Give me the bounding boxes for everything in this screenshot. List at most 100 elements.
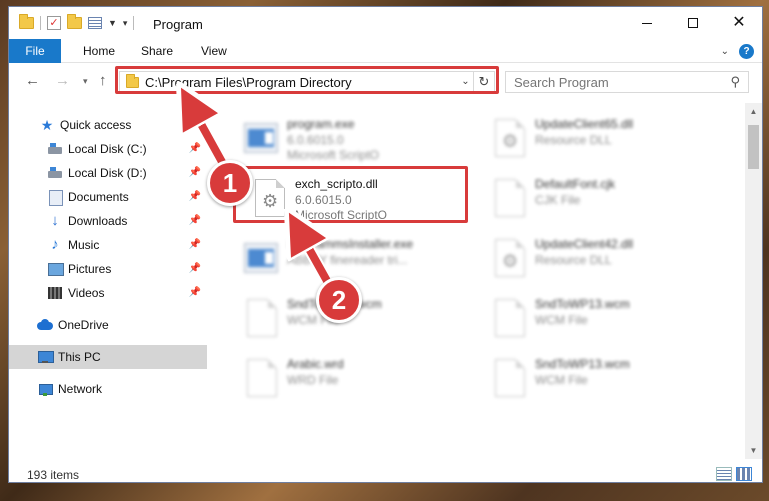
sidebar-item-documents[interactable]: Documents 📌 [9, 185, 207, 209]
refresh-icon[interactable]: ↻ [474, 74, 494, 90]
file-item[interactable]: Arabic.wrd WRD File [227, 351, 467, 409]
sidebar-item-music[interactable]: ♪ Music 📌 [9, 233, 207, 257]
sidebar-item-label: Music [68, 238, 100, 252]
file-name: DefaultFont.cjk [535, 177, 616, 191]
tab-view[interactable]: View [201, 39, 227, 63]
sidebar-item-pictures[interactable]: Pictures 📌 [9, 257, 207, 281]
file-type: WCM File [535, 313, 588, 327]
file-company: Microsoft ScriptO [295, 208, 388, 222]
document-file-shape [247, 299, 277, 337]
back-arrow-icon[interactable]: ← [25, 72, 40, 89]
tab-home[interactable]: Home [83, 39, 115, 63]
properties-check-icon[interactable]: ✓ [47, 16, 61, 30]
file-type: Resource DLL [535, 133, 612, 147]
up-arrow-icon[interactable]: ↑ [99, 72, 107, 89]
details-view-icon[interactable] [716, 467, 732, 481]
scroll-up-icon[interactable]: ▲ [745, 103, 762, 120]
sidebar-item-local-disk-c[interactable]: Local Disk (C:) 📌 [9, 137, 207, 161]
file-item-exch-scripto-dll[interactable]: exch_scripto.dll 6.0.6015.0 Microsoft Sc… [235, 171, 475, 229]
dll-file-shape [255, 179, 285, 217]
navigation-bar: ← → ▾ ↑ C:\Program Files\Program Directo… [9, 64, 762, 100]
file-name: SndToWP13.wcm [535, 357, 630, 371]
exe-icon [241, 117, 281, 161]
file-item[interactable]: UpdateClient65.dll Resource DLL [475, 111, 715, 169]
sidebar-item-quick-access[interactable]: ★ Quick access [9, 113, 207, 137]
step-1-badge: 1 [207, 160, 253, 206]
network-icon [37, 381, 53, 397]
sidebar-item-label: Network [58, 382, 103, 396]
search-icon[interactable]: ⚲ [730, 74, 740, 90]
customize-toolbar-icon[interactable]: ▾ [123, 18, 128, 29]
tab-share[interactable]: Share [141, 39, 173, 63]
file-version: 6.0.6015.0 [295, 193, 352, 207]
dll-file-shape [495, 239, 525, 277]
scrollbar-thumb[interactable] [748, 125, 759, 169]
maximize-button[interactable] [670, 7, 716, 39]
help-icon[interactable]: ? [739, 44, 754, 59]
file-item[interactable]: program.exe 6.0.6015.0 Microsoft ScriptO [227, 111, 467, 169]
dll-file-shape [495, 119, 525, 157]
sidebar-item-downloads[interactable]: ↓ Downloads 📌 [9, 209, 207, 233]
pin-icon[interactable]: 📌 [189, 263, 201, 274]
sidebar-item-label: Local Disk (C:) [68, 142, 147, 156]
vertical-scrollbar[interactable]: ▲ ▼ [745, 103, 762, 459]
pin-icon[interactable]: 📌 [189, 191, 201, 202]
document-file-shape [247, 359, 277, 397]
maximize-icon [688, 18, 698, 28]
toolbar-divider [40, 16, 41, 30]
document-file-shape [495, 299, 525, 337]
pin-icon[interactable]: 📌 [189, 143, 201, 154]
pin-icon[interactable]: 📌 [189, 215, 201, 226]
videos-icon [47, 285, 63, 301]
sidebar-item-onedrive[interactable]: OneDrive [9, 313, 207, 337]
forward-arrow-icon[interactable]: → [55, 72, 70, 89]
sidebar-item-local-disk-d[interactable]: Local Disk (D:) 📌 [9, 161, 207, 185]
document-file-shape [495, 359, 525, 397]
file-name: UpdateClient42.dll [535, 237, 634, 251]
folder-icon[interactable] [19, 14, 34, 29]
download-icon: ↓ [51, 212, 59, 229]
address-dropdown-icon[interactable]: ⌄ [458, 72, 474, 92]
file-item[interactable]: DefaultFont.cjk CJK File [475, 171, 715, 229]
file-description: ABBYY finereader tri... [287, 253, 408, 267]
quick-access-toolbar: ✓ ▼ ▾ [19, 14, 135, 30]
disk-icon [47, 141, 63, 157]
search-box[interactable]: ⚲ [505, 71, 749, 93]
close-button[interactable]: ✕ [716, 7, 762, 39]
file-name: program.exe [287, 117, 355, 131]
sidebar-item-label: OneDrive [58, 318, 109, 332]
music-icon: ♪ [51, 236, 59, 253]
minimize-button[interactable] [624, 7, 670, 39]
exe-file-shape [244, 123, 278, 153]
cloud-icon [37, 317, 53, 333]
file-item[interactable]: SndToWP13.wcm WCM File [475, 351, 715, 409]
sidebar-item-label: Videos [68, 286, 105, 300]
sidebar-item-this-pc[interactable]: This PC [9, 345, 207, 369]
window-title: Program [153, 17, 203, 32]
pin-icon[interactable]: 📌 [189, 287, 201, 298]
sidebar-item-network[interactable]: Network [9, 377, 207, 401]
new-folder-icon[interactable] [67, 14, 82, 29]
file-item[interactable]: UpdateClient42.dll Resource DLL [475, 231, 715, 289]
pin-icon[interactable]: 📌 [189, 239, 201, 250]
chevron-down-icon[interactable]: ▼ [108, 18, 117, 28]
pin-icon[interactable]: 📌 [189, 167, 201, 178]
properties-icon[interactable] [88, 17, 102, 29]
close-icon: ✕ [732, 14, 746, 31]
tiles-view-icon[interactable] [736, 467, 752, 481]
scroll-down-icon[interactable]: ▼ [745, 442, 762, 459]
address-bar[interactable]: C:\Program Files\Program Directory ⌄ ↻ [119, 71, 495, 93]
file-item[interactable]: SndToWP13.wcm WCM File [475, 291, 715, 349]
sidebar-item-label: Pictures [68, 262, 112, 276]
sidebar-item-videos[interactable]: Videos 📌 [9, 281, 207, 305]
window-controls: ✕ [624, 7, 762, 39]
document-icon [47, 189, 63, 206]
exe-icon [241, 237, 281, 281]
tab-file[interactable]: File [9, 39, 61, 63]
recent-locations-icon[interactable]: ▾ [83, 76, 88, 87]
address-path[interactable]: C:\Program Files\Program Directory [145, 75, 458, 90]
dll-gear-icon [489, 117, 529, 161]
expand-ribbon-icon[interactable]: ⌄ [721, 46, 729, 57]
dll-gear-icon [249, 177, 289, 221]
search-input[interactable] [514, 74, 731, 90]
